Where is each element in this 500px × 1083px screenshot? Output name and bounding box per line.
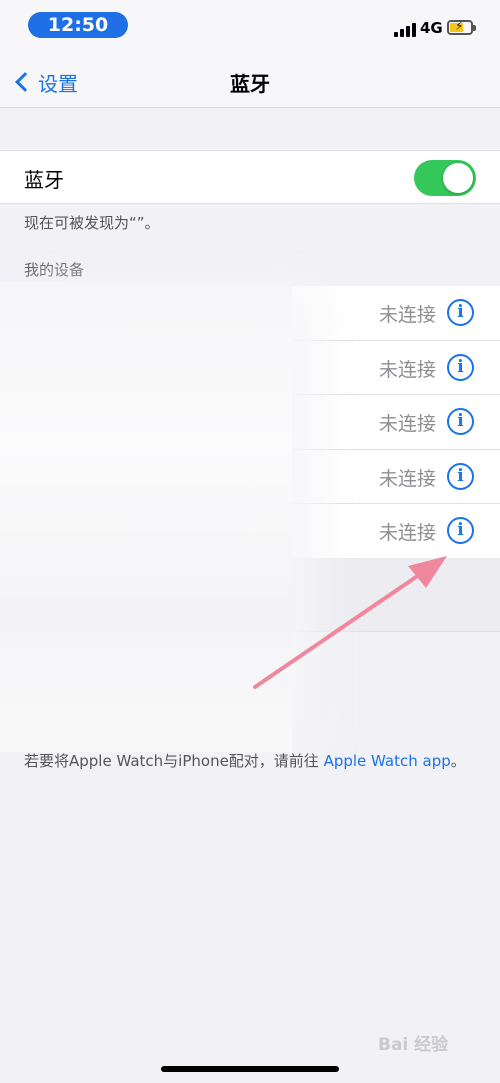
toggle-knob: [443, 163, 473, 193]
info-icon[interactable]: i: [447, 299, 474, 326]
info-icon[interactable]: i: [447, 353, 474, 381]
section-header-my-devices: 我的设备: [24, 261, 85, 279]
discoverable-text: 现在可被发现为“”。: [24, 214, 160, 232]
status-time: 12:50: [28, 12, 128, 38]
bluetooth-toggle[interactable]: [414, 160, 476, 196]
home-indicator[interactable]: [161, 1066, 339, 1072]
network-type: 4G: [420, 19, 443, 37]
page-title: 蓝牙: [230, 72, 270, 96]
footer-suffix: 。: [450, 752, 466, 770]
navigation-bar: 设置 蓝牙: [0, 58, 500, 108]
footer-text: 若要将Apple Watch与iPhone配对，请前往: [24, 752, 324, 770]
bluetooth-label: 蓝牙: [24, 168, 64, 192]
battery-icon: ⚡: [447, 19, 476, 35]
info-icon[interactable]: i: [447, 462, 474, 490]
apple-watch-app-link[interactable]: Apple Watch app: [324, 752, 451, 770]
bluetooth-toggle-row: 蓝牙: [0, 150, 500, 204]
cellular-signal-icon: [394, 21, 416, 37]
device-status: 未连接: [378, 304, 436, 326]
device-status: 未连接: [378, 467, 436, 490]
device-status: 未连接: [378, 358, 436, 381]
info-icon[interactable]: i: [447, 408, 474, 435]
watermark: Bai 经验: [378, 1035, 449, 1055]
device-status: 未连接: [378, 413, 436, 435]
status-bar: 12:50 4G ⚡: [0, 0, 500, 58]
annotation-arrow-icon: [253, 556, 447, 689]
apple-watch-note: 若要将Apple Watch与iPhone配对，请前往 Apple Watch …: [24, 750, 466, 771]
